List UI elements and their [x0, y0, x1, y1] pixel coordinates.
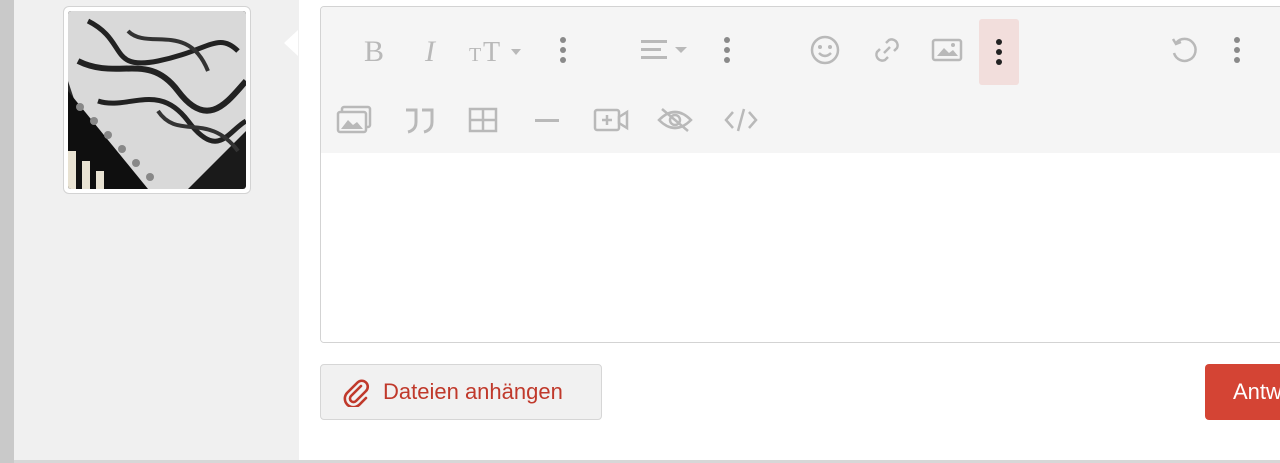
avatar[interactable]	[63, 6, 251, 194]
paperclip-icon	[343, 379, 369, 407]
gallery-icon[interactable]	[335, 87, 375, 153]
rich-text-editor: B I T T	[320, 6, 1280, 343]
media-icon[interactable]	[591, 87, 631, 153]
align-icon[interactable]	[637, 17, 693, 83]
reply-button[interactable]: Antworten	[1205, 364, 1280, 420]
attach-files-label: Dateien anhängen	[383, 379, 563, 404]
table-icon[interactable]	[463, 87, 503, 153]
reply-composer-page: B I T T Dateien anhängen Antw	[0, 0, 1280, 463]
svg-text:T: T	[483, 37, 500, 65]
spoiler-icon[interactable]	[655, 87, 695, 153]
svg-text:T: T	[469, 44, 481, 65]
font-size-icon[interactable]: T T	[469, 17, 525, 83]
more-insert-icon[interactable]	[979, 19, 1019, 85]
more-misc-icon[interactable]	[1217, 17, 1257, 83]
more-text-icon[interactable]	[543, 17, 583, 83]
message-textarea[interactable]	[321, 153, 1280, 342]
link-icon[interactable]	[867, 17, 907, 83]
italic-icon[interactable]: I	[413, 17, 453, 83]
svg-text:I: I	[424, 35, 437, 65]
avatar-pointer	[284, 30, 298, 56]
code-icon[interactable]	[721, 87, 761, 153]
attach-files-button[interactable]: Dateien anhängen	[320, 364, 602, 420]
quote-icon[interactable]	[399, 87, 439, 153]
svg-text:B: B	[364, 35, 384, 65]
horizontal-rule-icon[interactable]	[527, 87, 567, 153]
avatar-image	[68, 11, 246, 189]
bold-icon[interactable]: B	[355, 17, 395, 83]
emoji-icon[interactable]	[805, 17, 845, 83]
editor-toolbar: B I T T	[321, 7, 1280, 153]
page-edge	[0, 0, 14, 463]
more-paragraph-icon[interactable]	[707, 17, 747, 83]
image-icon[interactable]	[927, 17, 967, 83]
undo-icon[interactable]	[1163, 17, 1203, 83]
reply-label: Antworten	[1233, 379, 1280, 404]
